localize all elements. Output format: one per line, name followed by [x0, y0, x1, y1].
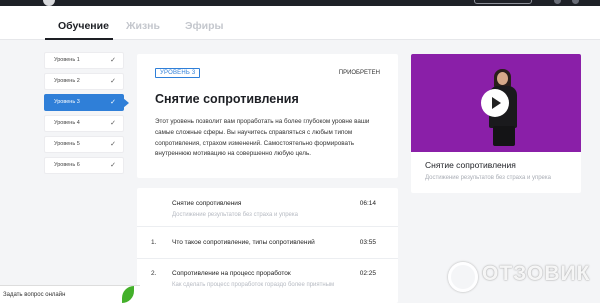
watermark: ОТЗОВИК	[482, 262, 591, 285]
tab-life[interactable]: Жизнь	[126, 20, 160, 32]
video-card[interactable]: Снятие сопротивления Достижение результа…	[411, 54, 581, 193]
level-item-1[interactable]: Уровень 1 ✓	[44, 52, 124, 69]
lesson-title: Что такое сопротивление, типы сопротивле…	[172, 239, 315, 246]
level-label: Уровень 6	[54, 162, 80, 168]
level-label: Уровень 3	[54, 99, 80, 105]
level-info-card: УРОВЕНЬ 3 ПРИОБРЕТЕН Снятие сопротивлени…	[137, 54, 398, 178]
level-description: Этот уровень позволит вам проработать на…	[155, 118, 370, 158]
level-item-2[interactable]: Уровень 2 ✓	[44, 73, 124, 90]
active-tab-indicator	[45, 38, 113, 40]
level-label: Уровень 4	[54, 120, 80, 126]
check-icon: ✓	[110, 57, 116, 64]
level-label: Уровень 1	[54, 57, 80, 63]
video-subtitle: Достижение результатов без страха и упре…	[425, 175, 551, 181]
video-thumbnail[interactable]	[411, 54, 581, 152]
level-badge: УРОВЕНЬ 3	[155, 68, 201, 78]
notification-icon[interactable]	[554, 0, 561, 4]
level-title: Снятие сопротивления	[155, 92, 299, 106]
check-icon: ✓	[110, 78, 116, 85]
level-item-6[interactable]: Уровень 6 ✓	[44, 157, 124, 174]
chat-label: Задать вопрос онлайн	[3, 292, 66, 298]
lesson-duration: 02:25	[359, 270, 376, 277]
divider	[137, 258, 398, 259]
level-label: Уровень 5	[54, 141, 80, 147]
levels-list: Уровень 1 ✓ Уровень 2 ✓ Уровень 3 ✓ Уровень…	[44, 52, 129, 178]
tab-learning[interactable]: Обучение	[58, 20, 109, 32]
check-icon: ✓	[110, 162, 116, 169]
level-item-5[interactable]: Уровень 5 ✓	[44, 136, 124, 153]
chat-widget[interactable]: Задать вопрос онлайн	[0, 285, 140, 303]
level-item-4[interactable]: Уровень 4 ✓	[44, 115, 124, 132]
lesson-duration: 03:55	[359, 239, 376, 246]
tabs-bar: Обучение Жизнь Эфиры	[0, 6, 600, 40]
presenter-legs	[493, 126, 515, 146]
lesson-title: Сопротивление на процесс проработок	[172, 270, 291, 277]
video-title: Снятие сопротивления	[425, 160, 516, 170]
check-icon: ✓	[110, 120, 116, 127]
check-icon: ✓	[110, 99, 116, 106]
check-icon: ✓	[110, 141, 116, 148]
divider	[137, 226, 398, 227]
top-button[interactable]	[474, 0, 532, 4]
lesson-number: 2.	[151, 270, 157, 277]
play-icon[interactable]	[481, 89, 509, 117]
level-label: Уровень 2	[54, 78, 80, 84]
lesson-title: Снятие сопротивления	[172, 200, 242, 207]
lesson-duration: 06:14	[359, 200, 376, 207]
watermark-icon	[448, 262, 478, 292]
lesson-subtitle: Достижение результатов без страха и упре…	[172, 212, 298, 218]
lesson-subtitle: Как сделать процесс проработок гораздо б…	[172, 282, 335, 288]
level-item-3[interactable]: Уровень 3 ✓	[44, 94, 129, 111]
tab-broadcasts[interactable]: Эфиры	[185, 20, 224, 32]
lesson-number: 1.	[151, 239, 157, 246]
lessons-list: Снятие сопротивления 06:14 Достижение ре…	[137, 188, 398, 303]
status-label: ПРИОБРЕТЕН	[338, 70, 380, 76]
leaf-icon[interactable]	[122, 286, 134, 303]
profile-icon[interactable]	[572, 0, 579, 4]
presenter-face	[497, 72, 508, 85]
